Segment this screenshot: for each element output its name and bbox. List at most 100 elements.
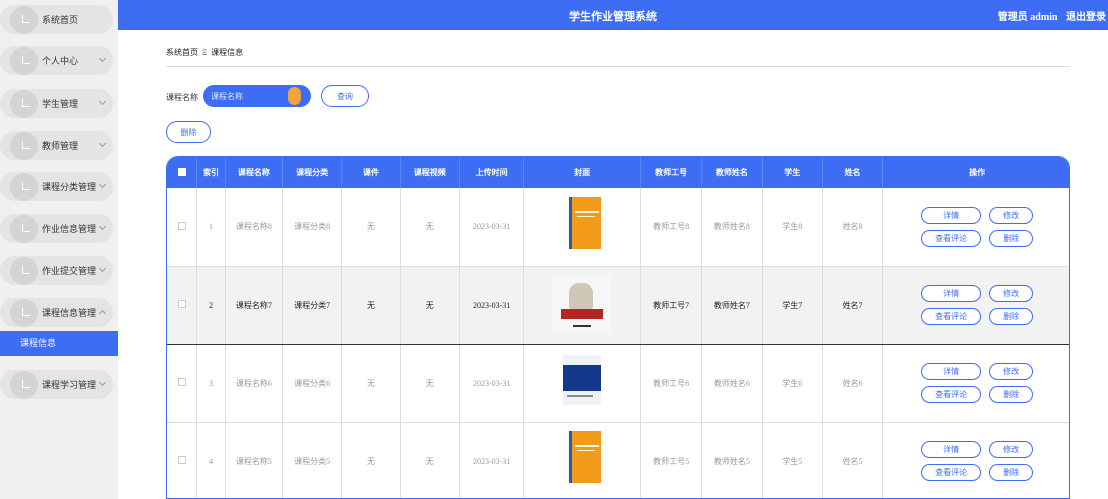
view-comments-button[interactable]: 查看评论: [921, 386, 982, 403]
breadcrumb-home[interactable]: 系统首页: [166, 48, 198, 57]
sidebar-item-8[interactable]: 课程学习管理: [0, 370, 113, 399]
cell-courseware: 无: [341, 344, 401, 423]
column-header: 封面: [523, 157, 641, 188]
delete-button[interactable]: 删除: [989, 229, 1034, 247]
breadcrumb: 系统首页 Ξ 课程信息: [166, 47, 243, 58]
detail-button[interactable]: 详情: [921, 441, 982, 458]
sidebar-item-7[interactable]: 课程信息管理: [0, 298, 113, 327]
sidebar-item-6[interactable]: 作业提交管理: [0, 256, 113, 285]
cell-category: 课程分类7: [282, 265, 343, 345]
logout-link[interactable]: 退出登录: [1066, 12, 1106, 23]
course-table: 索引 课程名称 课程分类 课件 课程视频 上传时间 封面 教师工号 教师姓名 学生 姓名 操作 1 课程…: [166, 156, 1070, 499]
column-header: 课程名称: [225, 157, 284, 188]
column-header: 课程视频: [400, 157, 460, 188]
cover-cell: [523, 188, 641, 267]
edit-button[interactable]: 修改: [989, 285, 1034, 302]
cell-date: 2023-03-31: [459, 265, 525, 345]
chevron-down-icon: [98, 139, 107, 148]
divider: [166, 66, 1070, 67]
row-checkbox[interactable]: [167, 188, 198, 267]
column-header: 学生: [762, 157, 823, 188]
row-checkbox[interactable]: [167, 422, 198, 498]
cell-teacher_no: 教师工号6: [640, 344, 703, 423]
menu-icon: [10, 298, 38, 327]
row-checkbox[interactable]: [167, 265, 198, 345]
cell-courseware: 无: [341, 265, 401, 345]
sidebar-item-label: 课程信息管理: [42, 308, 97, 318]
chevron-down-icon: [98, 222, 107, 231]
cell-student: 学生5: [762, 422, 823, 498]
column-header: 课程分类: [282, 157, 343, 188]
detail-button[interactable]: 详情: [921, 285, 982, 302]
delete-button[interactable]: 删除: [989, 386, 1034, 403]
menu-icon: [10, 256, 38, 285]
sidebar-item-1[interactable]: 个人中心: [0, 46, 113, 75]
user-info: 管理员 admin 退出登录: [992, 8, 1106, 23]
cell-name: 姓名6: [822, 344, 884, 423]
search-input[interactable]: [211, 85, 291, 107]
sidebar-item-3[interactable]: 教师管理: [0, 131, 113, 160]
menu-icon: [10, 172, 38, 201]
table-row[interactable]: 4 课程名称5 课程分类5 无无 2023-03-31 教师工号5 教师姓名5 学生5 姓名5 详…: [167, 422, 1069, 498]
edit-button[interactable]: 修改: [989, 206, 1034, 224]
cell-index: 2: [196, 265, 226, 345]
select-all-checkbox[interactable]: [167, 157, 198, 188]
column-header: 教师工号: [640, 157, 703, 188]
actions-cell: 详情 修改 查看评论 删除: [882, 422, 1069, 498]
cover-image[interactable]: [559, 196, 606, 255]
breadcrumb-current: 课程信息: [211, 48, 244, 57]
detail-button[interactable]: 详情: [921, 206, 982, 224]
row-checkbox[interactable]: [167, 344, 198, 423]
edit-button[interactable]: 修改: [989, 441, 1034, 458]
actions-cell: 详情 修改 查看评论 删除: [882, 265, 1069, 345]
cell-student: 学生6: [762, 344, 823, 423]
column-header: 教师姓名: [701, 157, 763, 188]
cell-date: 2023-03-31: [459, 344, 525, 423]
cover-image[interactable]: [559, 431, 606, 489]
cell-date: 2023-03-31: [459, 188, 525, 267]
chevron-down-icon: [98, 180, 107, 189]
sidebar-item-label: 个人中心: [42, 56, 79, 66]
breadcrumb-separator-icon: Ξ: [202, 48, 208, 57]
cell-name: 姓名5: [822, 422, 884, 498]
view-comments-button[interactable]: 查看评论: [921, 308, 982, 325]
cell-video: 无: [400, 344, 460, 423]
view-comments-button[interactable]: 查看评论: [921, 229, 982, 247]
table-row[interactable]: 2 课程名称7 课程分类7 无无 2023-03-31 教师工号7 教师姓名7 学生7 姓名7 详…: [167, 265, 1069, 345]
delete-button[interactable]: 删除: [989, 308, 1034, 325]
column-header: 课件: [341, 157, 401, 188]
sidebar-item-4[interactable]: 课程分类管理: [0, 172, 113, 201]
cover-cell: [523, 265, 641, 345]
chevron-down-icon: [98, 378, 107, 387]
cell-course: 课程名称5: [225, 422, 284, 498]
search-field[interactable]: [203, 85, 311, 107]
cell-teacher_name: 教师姓名8: [701, 188, 763, 267]
query-button[interactable]: 查询: [321, 85, 369, 107]
table-row[interactable]: 3 课程名称6 课程分类6 无无 2023-03-31 教师工号6 教师姓名6 学生6 姓名6 详…: [167, 344, 1069, 423]
sidebar-item-2[interactable]: 学生管理: [0, 89, 113, 118]
cell-teacher_no: 教师工号7: [640, 265, 703, 345]
cover-image[interactable]: [557, 353, 608, 411]
table-row[interactable]: 1 课程名称8 课程分类8 无无 2023-03-31 教师工号8 教师姓名8 学生8 姓名8 详…: [167, 188, 1069, 267]
cell-category: 课程分类6: [282, 344, 343, 423]
sidebar-item-0[interactable]: 系统首页: [0, 5, 113, 34]
edit-button[interactable]: 修改: [989, 363, 1034, 380]
batch-delete-button[interactable]: 删除: [166, 121, 211, 143]
cover-image[interactable]: [553, 275, 612, 333]
sidebar-item-label: 课程学习管理: [42, 380, 97, 390]
cover-cell: [523, 422, 641, 498]
chevron-down-icon: [98, 54, 107, 63]
column-header: 操作: [882, 157, 1069, 188]
menu-icon: [10, 5, 38, 34]
actions-cell: 详情 修改 查看评论 删除: [882, 188, 1069, 267]
actions-cell: 详情 修改 查看评论 删除: [882, 344, 1069, 423]
sidebar-item-5[interactable]: 作业信息管理: [0, 214, 113, 243]
detail-button[interactable]: 详情: [921, 363, 982, 380]
sidebar-item-label: 学生管理: [42, 99, 79, 109]
view-comments-button[interactable]: 查看评论: [921, 464, 982, 481]
sidebar-subitem-course-info[interactable]: 课程信息: [0, 331, 118, 356]
cell-category: 课程分类5: [282, 422, 343, 498]
delete-button[interactable]: 删除: [989, 464, 1034, 481]
cell-name: 姓名7: [822, 265, 884, 345]
cell-name: 姓名8: [822, 188, 884, 267]
